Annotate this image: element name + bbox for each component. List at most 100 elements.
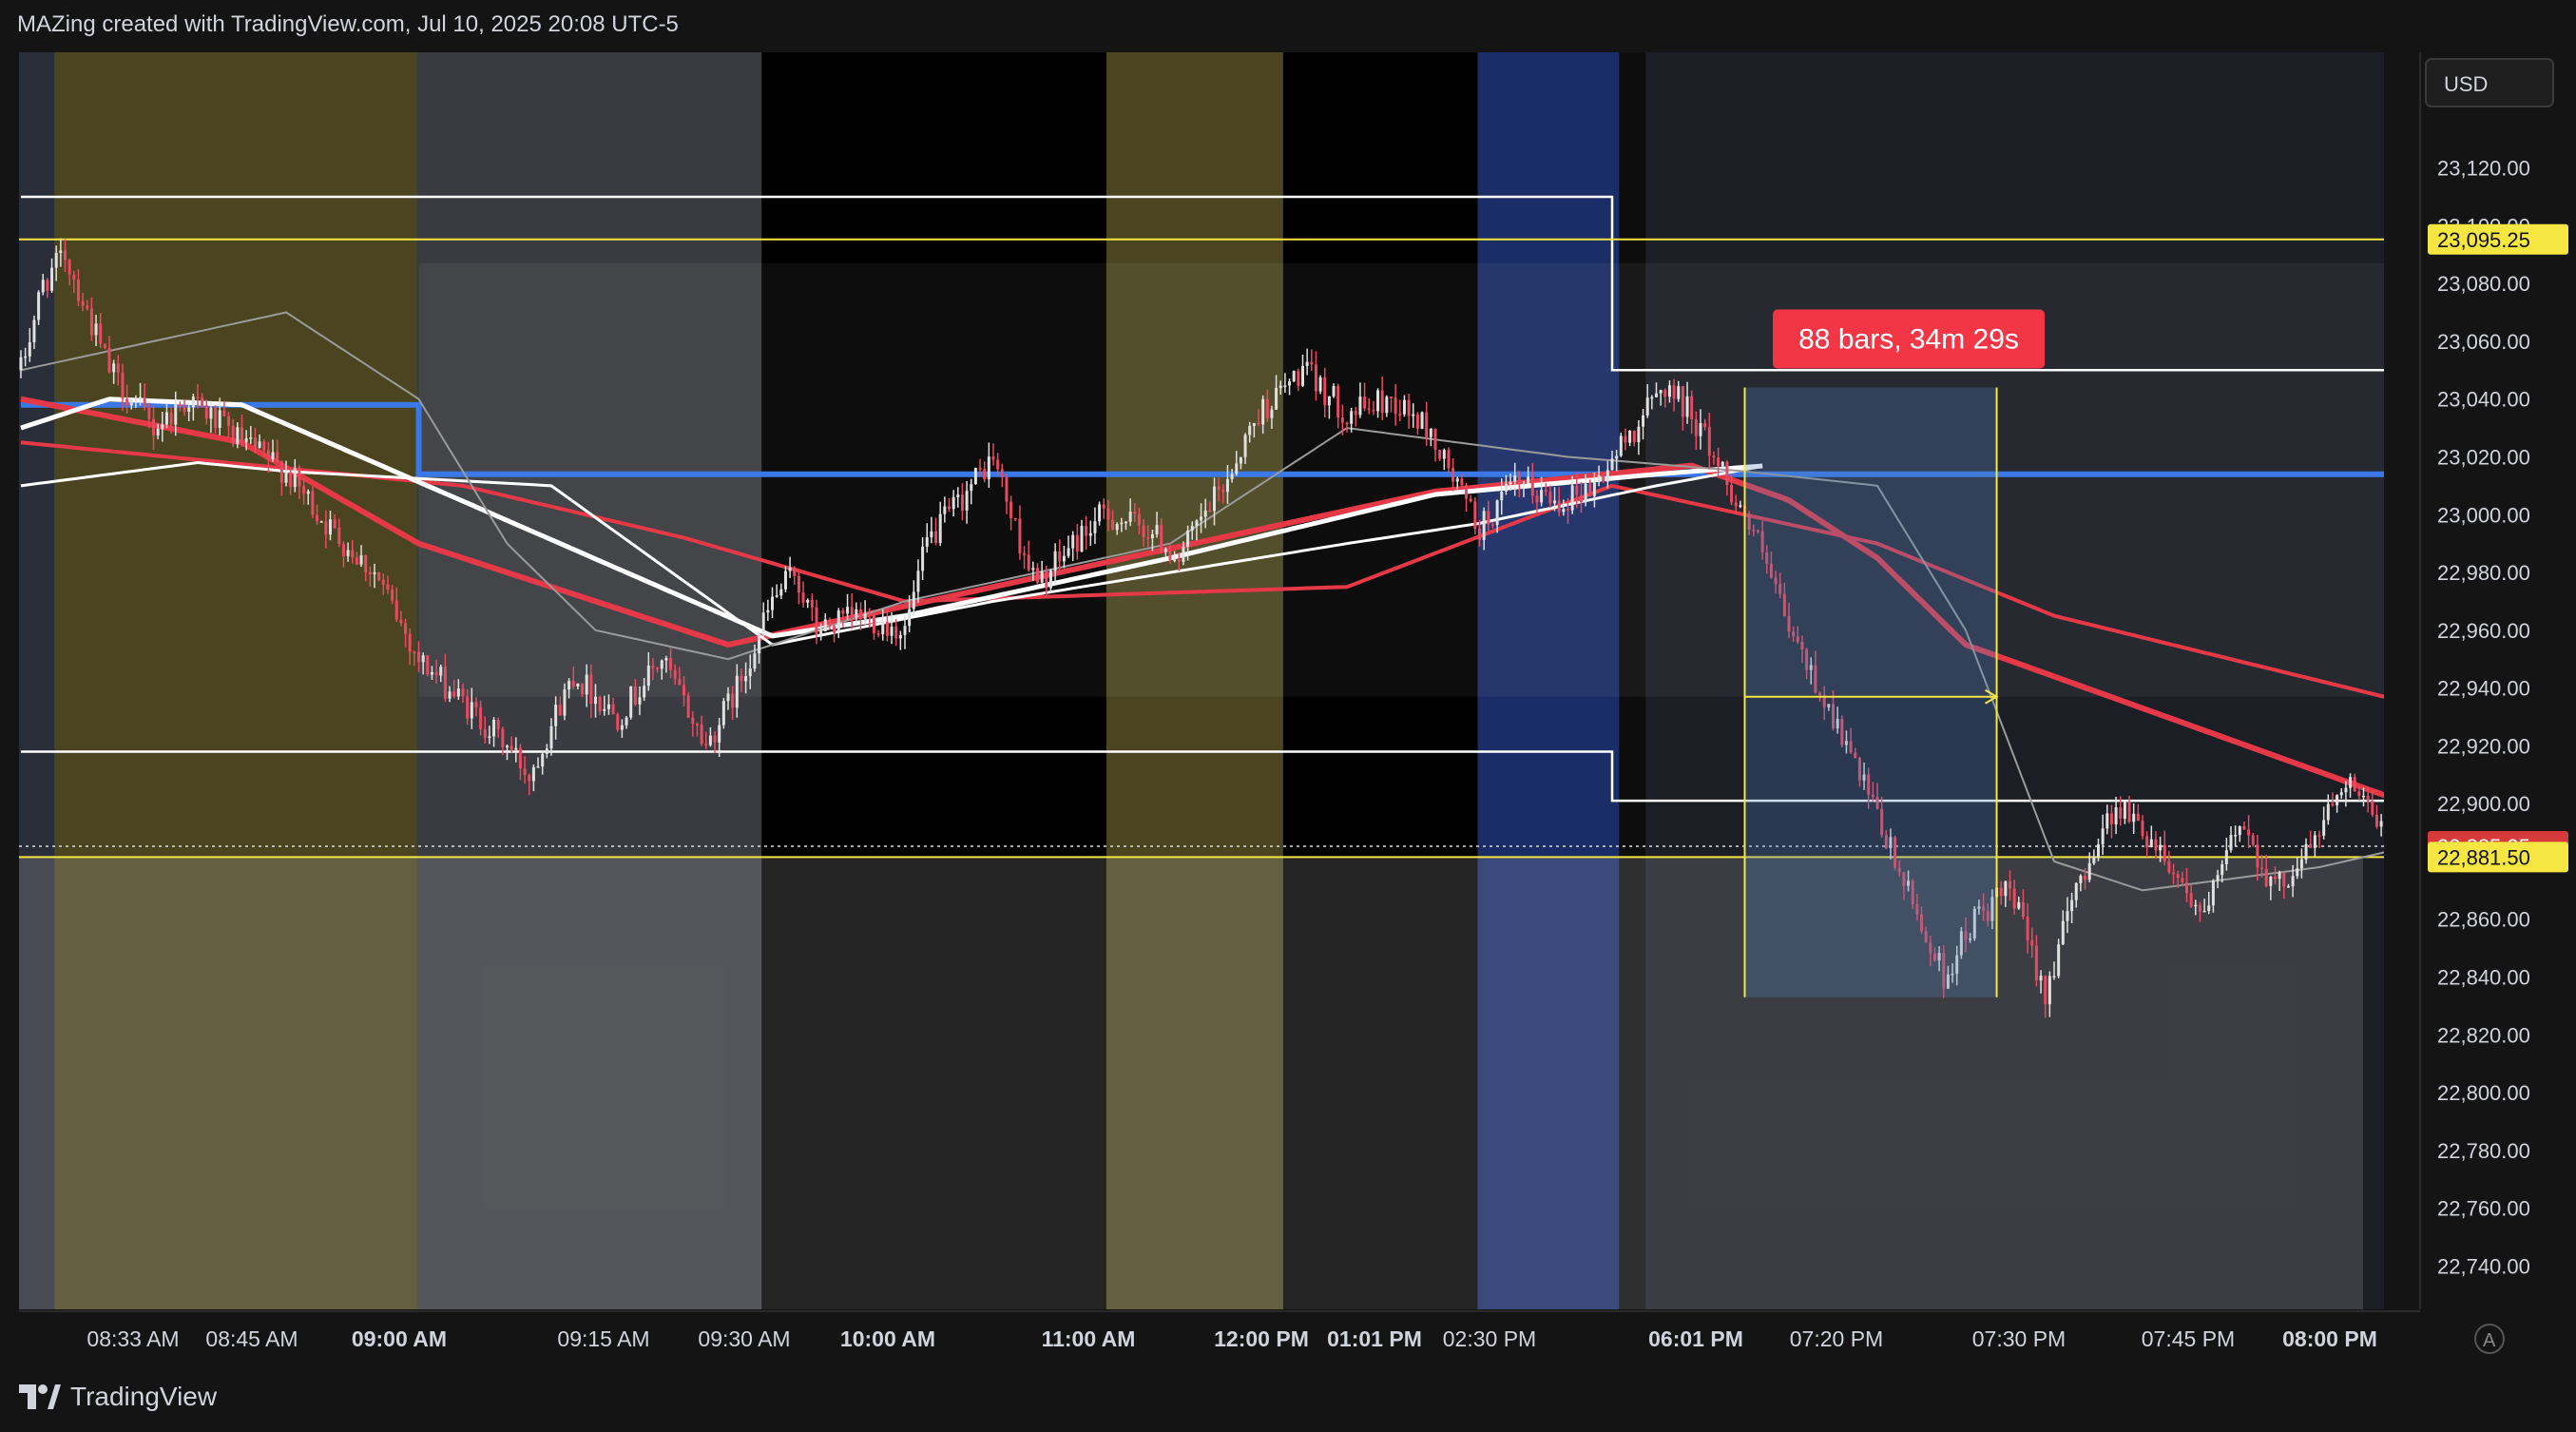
time-tick-label: 08:33 AM xyxy=(87,1326,179,1351)
candle-body xyxy=(2291,876,2295,887)
candle-body xyxy=(833,626,836,633)
time-tick-label: 06:01 PM xyxy=(1648,1326,1743,1351)
candle-body xyxy=(266,450,270,460)
candle-body xyxy=(2127,802,2131,822)
candle-body xyxy=(952,496,955,510)
candle-body xyxy=(2004,880,2008,897)
candle-body xyxy=(793,567,797,576)
candle-body xyxy=(2353,777,2356,792)
candle-body xyxy=(518,747,522,769)
candle-body xyxy=(1248,426,1252,435)
candle-body xyxy=(156,429,160,436)
candle-body xyxy=(726,693,730,702)
candle-body xyxy=(2384,822,2387,824)
candle-body xyxy=(1071,534,1075,549)
candle-body xyxy=(2304,843,2308,860)
candle-body xyxy=(240,427,243,442)
candle-body xyxy=(2224,850,2228,864)
candle-body xyxy=(563,689,567,716)
candle-body xyxy=(1429,429,1432,437)
candle-body xyxy=(2017,901,2021,909)
candle-body xyxy=(289,472,293,488)
candle-body xyxy=(1190,526,1194,531)
candle-body xyxy=(1513,475,1517,482)
candle-body xyxy=(528,775,531,782)
tradingview-chart-window: { "header": { "attribution": "MAZing cre… xyxy=(0,0,2576,1432)
chart-canvas[interactable]: 88 bars, 34m 29s 23,120.0023,100.0023,08… xyxy=(0,0,2576,1432)
candle-body xyxy=(1305,361,1309,366)
candle-body xyxy=(554,705,558,726)
last-price-badge: 22,881.50 xyxy=(2437,845,2530,869)
time-tick-label: 01:01 PM xyxy=(1327,1326,1422,1351)
candle-body xyxy=(2172,872,2176,875)
candle-body xyxy=(196,397,200,398)
candle-body xyxy=(894,626,898,639)
candle-body xyxy=(2374,814,2378,827)
candle-body xyxy=(399,619,403,624)
currency-label: USD xyxy=(2444,72,2488,96)
candle-body xyxy=(846,607,850,614)
candle-body xyxy=(1717,457,1721,467)
candle-body xyxy=(761,612,765,634)
measure-range-box[interactable] xyxy=(1744,387,1997,997)
candle-body xyxy=(1478,528,1481,540)
candle-body xyxy=(19,357,23,371)
candle-body xyxy=(2282,872,2286,887)
candle-body xyxy=(452,691,456,697)
candle-body xyxy=(656,668,660,670)
candle-body xyxy=(1575,485,1579,495)
candle-body xyxy=(67,260,71,275)
price-axis[interactable]: 23,120.0023,100.0023,080.0023,060.0023,0… xyxy=(2419,52,2568,1309)
candle-body xyxy=(2326,803,2330,821)
candle-body xyxy=(2114,807,2118,825)
candle-body xyxy=(1482,511,1486,540)
candle-body xyxy=(1527,476,1530,484)
candle-body xyxy=(625,717,628,726)
candle-body xyxy=(2269,876,2273,886)
candle-body xyxy=(81,300,85,306)
time-axis[interactable]: 08:33 AM 08:45 AM 09:00 AM 09:15 AM 09:30 AM… xyxy=(19,1310,2420,1351)
candle-body xyxy=(2331,803,2335,805)
candle-body xyxy=(169,412,173,425)
candle-body xyxy=(1318,377,1322,392)
candle-body xyxy=(965,491,969,511)
tradingview-logo[interactable]: TradingView xyxy=(19,1382,217,1412)
price-pane[interactable]: 88 bars, 34m 29s xyxy=(19,52,2430,1309)
candle-body xyxy=(2402,846,2405,858)
candle-body xyxy=(1517,475,1521,485)
candle-body xyxy=(1332,386,1336,397)
candle-body xyxy=(1336,386,1340,418)
price-tick-label: 22,740.00 xyxy=(2437,1254,2530,1278)
auto-scale-button[interactable]: A xyxy=(2474,1324,2505,1354)
candle-body xyxy=(643,686,646,698)
candle-body xyxy=(2317,835,2321,837)
currency-button[interactable]: USD xyxy=(2425,58,2554,107)
candle-body xyxy=(1111,519,1115,531)
candle-body xyxy=(359,555,363,565)
candle-body xyxy=(1115,524,1119,531)
candle-body xyxy=(1358,397,1362,416)
candle-body xyxy=(616,714,620,730)
candle-body xyxy=(337,528,341,545)
candle-body xyxy=(1667,385,1671,397)
candle-body xyxy=(695,724,699,726)
candle-body xyxy=(59,250,63,253)
candle-body xyxy=(46,280,49,291)
candle-body xyxy=(903,626,907,635)
candle-body xyxy=(2407,853,2410,857)
candle-body xyxy=(1177,559,1181,562)
candle-body xyxy=(1659,390,1663,394)
price-tick-label: 22,980.00 xyxy=(2437,561,2530,585)
candle-body xyxy=(1739,505,1742,507)
candle-body xyxy=(24,356,28,358)
candle-body xyxy=(890,626,894,636)
candle-body xyxy=(1615,455,1619,459)
candle-body xyxy=(1703,422,1707,428)
candle-body xyxy=(855,609,858,617)
price-tick-label: 23,120.00 xyxy=(2437,157,2530,181)
candle-body xyxy=(183,406,186,412)
candle-body xyxy=(686,695,690,718)
candle-body xyxy=(1288,381,1292,386)
candle-body xyxy=(788,567,792,571)
candle-body xyxy=(1340,417,1344,423)
